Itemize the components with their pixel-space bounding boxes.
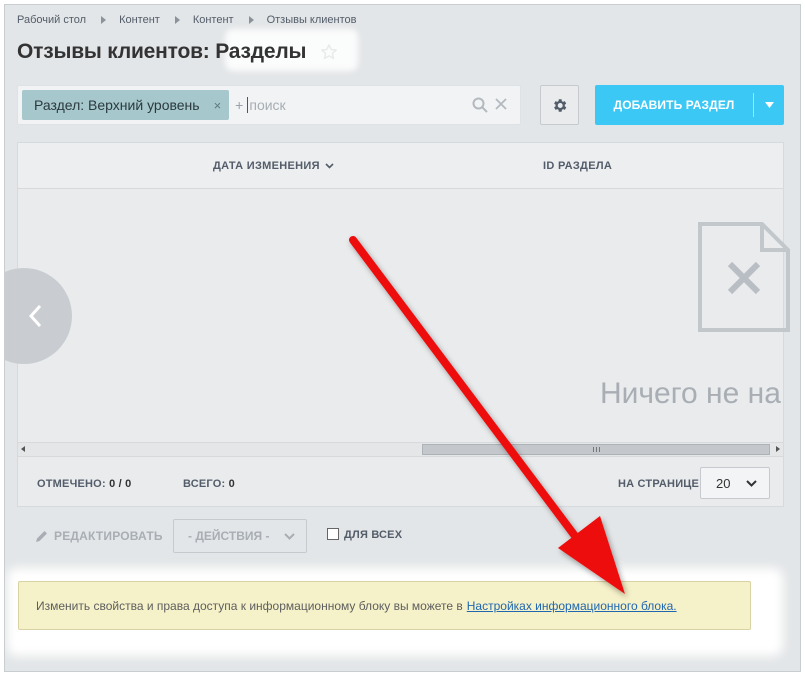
checked-value: 0 / 0 bbox=[109, 478, 132, 490]
app-frame: Рабочий стол Контент Контент Отзывы клие… bbox=[4, 4, 801, 672]
scroll-right-arrow-icon[interactable] bbox=[776, 446, 780, 452]
for-all-checkbox[interactable] bbox=[327, 528, 339, 540]
breadcrumb-item-content[interactable]: Контент bbox=[119, 14, 160, 26]
filter-search-box[interactable]: Раздел: Верхний уровень × + bbox=[17, 85, 521, 125]
filter-chip[interactable]: Раздел: Верхний уровень × bbox=[22, 90, 230, 120]
scroll-left-button[interactable] bbox=[5, 268, 72, 364]
scroll-left-arrow-icon[interactable] bbox=[21, 446, 25, 452]
per-page-value: 20 bbox=[716, 475, 731, 491]
close-icon[interactable]: × bbox=[214, 98, 222, 113]
empty-document-icon bbox=[698, 222, 790, 332]
total-value: 0 bbox=[228, 478, 235, 490]
add-section-menu-button[interactable] bbox=[754, 102, 784, 108]
edit-label: РЕДАКТИРОВАТЬ bbox=[54, 529, 163, 543]
breadcrumb-item-reviews[interactable]: Отзывы клиентов bbox=[267, 14, 357, 26]
sort-chevron-down-icon bbox=[325, 163, 334, 169]
per-page-select[interactable]: 20 bbox=[700, 467, 770, 499]
column-header-id[interactable]: ID РАЗДЕЛА bbox=[543, 160, 612, 172]
column-header-date[interactable]: ДАТА ИЗМЕНЕНИЯ bbox=[213, 160, 334, 172]
breadcrumb-separator-icon bbox=[248, 16, 254, 24]
for-all-label: ДЛЯ ВСЕХ bbox=[344, 529, 403, 541]
breadcrumb-item-desktop[interactable]: Рабочий стол bbox=[17, 14, 86, 26]
checked-count: ОТМЕЧЕНО: 0 / 0 bbox=[37, 478, 131, 490]
notice-text: Изменить свойства и права доступа к инфо… bbox=[36, 598, 463, 613]
breadcrumb: Рабочий стол Контент Контент Отзывы клие… bbox=[17, 14, 356, 26]
grid-footer: ОТМЕЧЕНО: 0 / 0 ВСЕГО: 0 НА СТРАНИЦЕ: 20 bbox=[17, 457, 784, 507]
title-row: Отзывы клиентов: Разделы bbox=[17, 29, 358, 71]
edit-button[interactable]: РЕДАКТИРОВАТЬ bbox=[35, 529, 163, 543]
sections-grid: ДАТА ИЗМЕНЕНИЯ ID РАЗДЕЛА Ничего не на bbox=[5, 142, 790, 457]
scrollbar-grip-icon bbox=[592, 447, 600, 452]
scrollbar-thumb[interactable] bbox=[422, 444, 770, 455]
actions-select-value: - ДЕЙСТВИЯ - bbox=[188, 529, 270, 543]
breadcrumb-item-content-2[interactable]: Контент bbox=[193, 14, 234, 26]
add-filter-plus[interactable]: + bbox=[235, 97, 243, 113]
actions-select[interactable]: - ДЕЙСТВИЯ - bbox=[173, 519, 307, 553]
page-title: Отзывы клиентов: Разделы bbox=[17, 40, 306, 64]
settings-button[interactable] bbox=[540, 85, 579, 125]
per-page-label: НА СТРАНИЦЕ: bbox=[618, 478, 703, 490]
filter-chip-label: Раздел: Верхний уровень bbox=[34, 97, 200, 113]
chevron-down-icon bbox=[284, 533, 295, 540]
page-title-section: Разделы bbox=[215, 40, 307, 63]
total-count: ВСЕГО: 0 bbox=[183, 478, 235, 490]
breadcrumb-separator-icon bbox=[101, 16, 107, 24]
search-input[interactable] bbox=[247, 97, 448, 113]
add-section-label: ДОБАВИТЬ РАЗДЕЛ bbox=[613, 98, 735, 112]
gear-icon bbox=[554, 98, 567, 112]
add-section-button[interactable]: ДОБАВИТЬ РАЗДЕЛ bbox=[595, 85, 784, 125]
chevron-left-icon bbox=[28, 304, 42, 328]
chevron-down-icon bbox=[764, 102, 774, 108]
column-date-label: ДАТА ИЗМЕНЕНИЯ bbox=[213, 160, 320, 172]
empty-state-text: Ничего не на bbox=[600, 377, 781, 410]
pencil-icon bbox=[36, 530, 47, 542]
iblock-settings-link[interactable]: Настройках информационного блока. bbox=[467, 599, 677, 613]
clear-icon[interactable] bbox=[494, 97, 508, 111]
search-icon[interactable] bbox=[472, 97, 488, 113]
breadcrumb-separator-icon bbox=[174, 16, 180, 24]
chevron-down-icon bbox=[746, 480, 757, 487]
horizontal-scrollbar[interactable] bbox=[18, 442, 783, 456]
notice-box: Изменить свойства и права доступа к инфо… bbox=[18, 581, 751, 630]
checked-label: ОТМЕЧЕНО: bbox=[37, 478, 106, 490]
grid-header: ДАТА ИЗМЕНЕНИЯ ID РАЗДЕЛА bbox=[18, 143, 783, 189]
page-title-main: Отзывы клиентов: bbox=[17, 40, 216, 63]
total-label: ВСЕГО: bbox=[183, 478, 226, 490]
for-all-checkbox-row[interactable]: ДЛЯ ВСЕХ bbox=[327, 528, 403, 541]
